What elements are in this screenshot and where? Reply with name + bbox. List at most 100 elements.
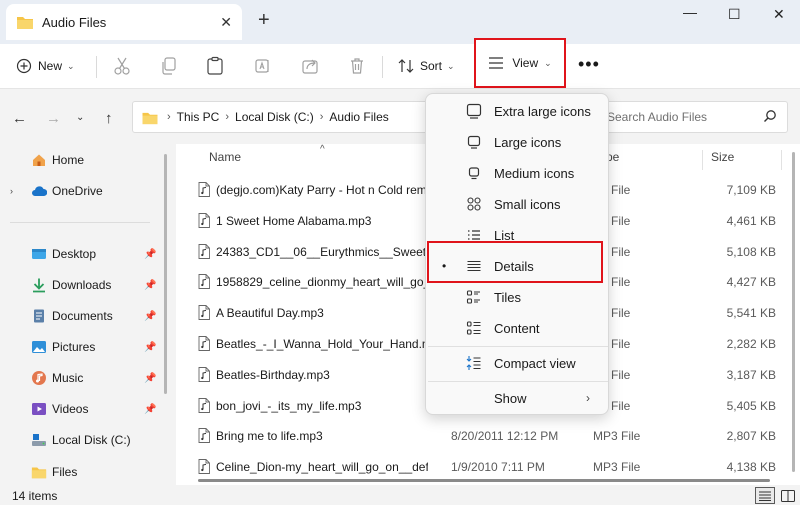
tab-audio-files[interactable]: Audio Files ✕: [6, 4, 242, 40]
forward-arrow-icon[interactable]: →: [46, 110, 61, 127]
sidebar-item-desktop[interactable]: Desktop 📌: [0, 240, 160, 268]
download-arrow-icon: [33, 278, 45, 293]
file-size: 4,461 KB: [726, 213, 776, 228]
rename-icon[interactable]: [254, 54, 272, 78]
tiles-view-icon: [781, 489, 795, 502]
sidebar-scrollbar[interactable]: [164, 154, 167, 394]
menu-item-show[interactable]: Show ›: [426, 383, 608, 413]
new-button[interactable]: New ⌄: [16, 54, 75, 78]
menu-item-medium-icons[interactable]: Medium icons: [426, 158, 608, 188]
sort-label: Sort: [420, 59, 443, 73]
pin-icon[interactable]: 📌: [144, 249, 156, 260]
file-name: Celine_Dion-my_heart_will_go_on__definit…: [216, 460, 428, 475]
pin-icon[interactable]: 📌: [144, 373, 156, 384]
menu-item-tiles[interactable]: Tiles: [426, 282, 608, 312]
column-header-size[interactable]: Size: [711, 150, 734, 164]
file-list-scrollbar[interactable]: [792, 152, 795, 472]
monitor-small-icon: [468, 167, 480, 180]
menu-item-large-icons[interactable]: Large icons: [426, 127, 608, 157]
breadcrumb-this-pc[interactable]: This PC: [177, 110, 220, 124]
sidebar-item-downloads[interactable]: Downloads 📌: [0, 271, 160, 299]
sidebar-item-videos[interactable]: Videos 📌: [0, 395, 160, 423]
small-icons-grid-icon: [467, 197, 481, 211]
close-tab-icon[interactable]: ✕: [220, 14, 232, 31]
file-date: 8/20/2011 12:12 PM: [451, 429, 559, 444]
title-bar: Audio Files ✕ + — ☐ ✕: [0, 0, 800, 44]
file-date: 1/9/2010 7:11 PM: [451, 460, 545, 475]
view-button[interactable]: View ⌄: [474, 38, 566, 88]
plus-circle-icon: [16, 58, 32, 74]
horizontal-scrollbar[interactable]: [198, 479, 770, 482]
sidebar-item-label: Home: [52, 153, 85, 167]
mp3-file-icon: [198, 397, 210, 413]
column-divider[interactable]: [781, 150, 782, 170]
sidebar-item-label: Documents: [52, 309, 113, 323]
menu-item-extra-large-icons[interactable]: Extra large icons: [426, 96, 608, 126]
sort-icon: [398, 59, 414, 73]
maximize-button[interactable]: ☐: [728, 6, 741, 23]
menu-item-content[interactable]: Content: [426, 313, 608, 343]
breadcrumb-audio-files[interactable]: Audio Files: [329, 110, 388, 124]
music-icon: [32, 371, 46, 385]
pin-icon[interactable]: 📌: [144, 342, 156, 353]
sidebar-item-local-disk[interactable]: Local Disk (C:): [0, 426, 160, 454]
up-arrow-icon[interactable]: ↑: [105, 110, 113, 127]
close-window-button[interactable]: ✕: [773, 6, 785, 23]
search-input[interactable]: [607, 110, 757, 124]
sidebar-item-documents[interactable]: Documents 📌: [0, 302, 160, 330]
file-size: 2,282 KB: [726, 337, 776, 351]
file-name: 1 Sweet Home Alabama.mp3: [216, 213, 372, 228]
file-size: 4,427 KB: [726, 275, 776, 290]
copy-icon[interactable]: [160, 54, 178, 78]
sidebar-item-pictures[interactable]: Pictures 📌: [0, 333, 160, 361]
search-icon: [764, 110, 776, 122]
sidebar-item-home[interactable]: Home: [0, 146, 160, 174]
column-header-name[interactable]: Name: [209, 150, 241, 164]
cut-icon[interactable]: [113, 54, 131, 78]
pin-icon[interactable]: 📌: [144, 404, 156, 415]
divider: [382, 56, 383, 78]
table-row[interactable]: Bring me to life.mp3 8/20/2011 12:12 PM MP…: [176, 420, 784, 450]
history-chevron-icon[interactable]: ⌄: [76, 112, 84, 123]
minimize-button[interactable]: —: [683, 4, 697, 20]
view-lines-icon: [489, 57, 504, 69]
mp3-file-icon: [198, 243, 210, 259]
column-divider[interactable]: [702, 150, 703, 170]
file-size: 2,807 KB: [726, 429, 776, 444]
menu-item-label: Compact view: [494, 355, 576, 371]
file-name: Bring me to life.mp3: [216, 429, 323, 444]
search-box[interactable]: [600, 101, 788, 133]
back-arrow-icon[interactable]: ←: [12, 110, 27, 127]
sidebar-item-onedrive[interactable]: › OneDrive: [0, 177, 160, 205]
tab-title: Audio Files: [42, 14, 107, 30]
sort-button[interactable]: Sort ⌄: [398, 54, 455, 78]
menu-item-label: Large icons: [494, 134, 562, 150]
breadcrumb-chevron-icon: ›: [225, 111, 230, 123]
menu-item-compact-view[interactable]: Compact view: [426, 348, 608, 378]
share-icon[interactable]: [301, 54, 319, 78]
sidebar-item-files[interactable]: Files: [0, 458, 160, 486]
file-name: 24383_CD1__06__Eurythmics__Sweet_Dreams.…: [216, 244, 428, 259]
file-size: 3,187 KB: [726, 367, 776, 382]
breadcrumb-chevron-icon: ›: [167, 111, 171, 123]
breadcrumb-local-disk[interactable]: Local Disk (C:): [235, 110, 314, 124]
delete-icon[interactable]: [348, 54, 366, 78]
pin-icon[interactable]: 📌: [144, 280, 156, 291]
paste-icon[interactable]: [206, 54, 224, 78]
sidebar-item-label: Local Disk (C:): [52, 433, 131, 447]
file-name: bon_jovi_-_its_my_life.mp3: [216, 398, 362, 413]
tiles-view-toggle[interactable]: [778, 487, 798, 504]
new-tab-button[interactable]: +: [258, 10, 270, 30]
pin-icon[interactable]: 📌: [144, 311, 156, 322]
menu-item-small-icons[interactable]: Small icons: [426, 189, 608, 219]
address-row: ← → ⌄ ↑ › This PC › Local Disk (C:) › Au…: [0, 90, 800, 144]
sidebar-item-label: OneDrive: [52, 184, 103, 198]
more-options-button[interactable]: •••: [578, 54, 600, 75]
details-view-toggle[interactable]: [755, 487, 775, 504]
sidebar-item-music[interactable]: Music 📌: [0, 364, 160, 392]
tiles-icon: [466, 290, 480, 304]
expand-chevron-icon[interactable]: ›: [10, 186, 13, 196]
file-size: 5,541 KB: [726, 306, 776, 321]
sidebar-divider: [10, 222, 150, 223]
table-row[interactable]: Celine_Dion-my_heart_will_go_on__definit…: [176, 451, 784, 481]
